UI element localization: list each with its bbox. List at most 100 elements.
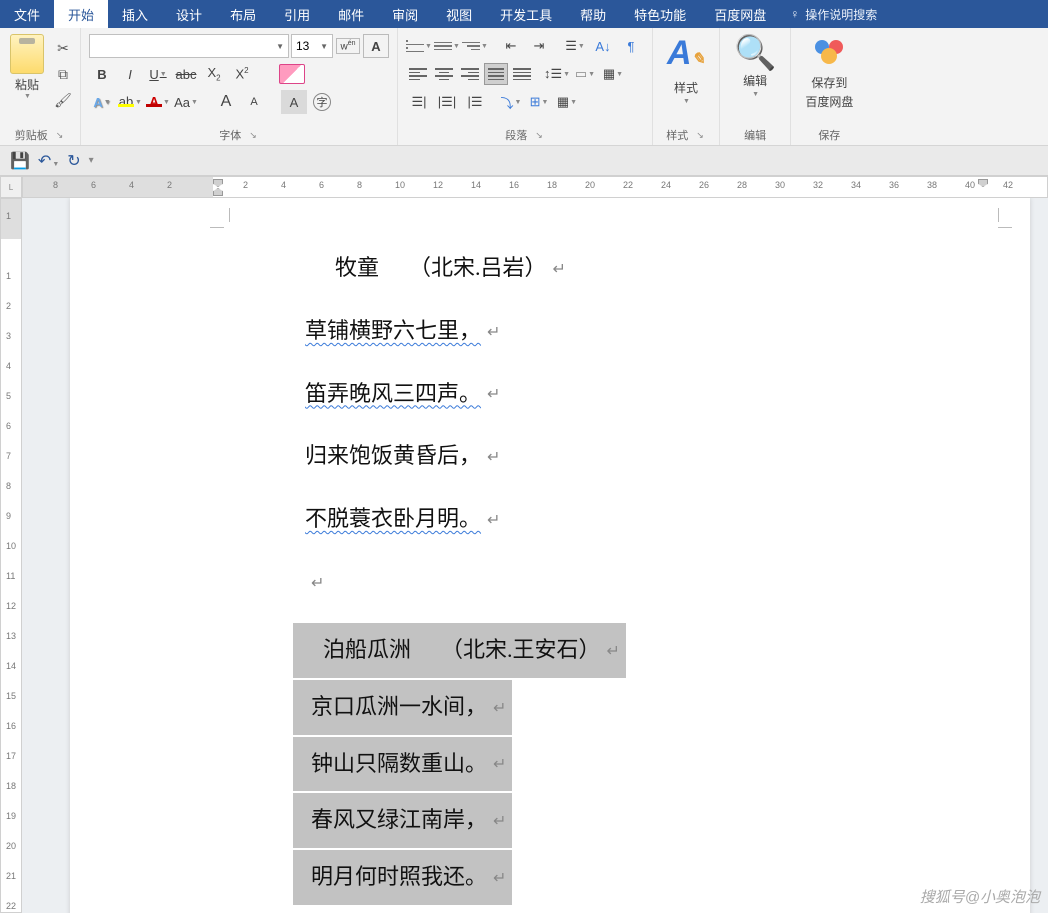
poem1-line-3[interactable]: 归来饱饭黄昏后，↵ (305, 441, 945, 472)
shading-button[interactable]: ▭▼ (572, 62, 598, 86)
superscript-button[interactable]: X2 (229, 62, 255, 86)
right-indent-marker[interactable] (978, 179, 988, 187)
document-content[interactable]: 牧童（北宋.吕岩）↵ 草铺横野六七里，↵ 笛弄晚风三四声。↵ 归来饱饭黄昏后，↵… (305, 253, 945, 907)
multilevel-button[interactable]: ▼ (462, 34, 488, 58)
paragraph-launcher[interactable]: ↘ (533, 130, 545, 141)
align-justify-button[interactable] (484, 63, 508, 85)
margin-crop-tl (210, 208, 230, 228)
h-ruler-tick: 16 (509, 180, 519, 190)
poem1-line-2[interactable]: 笛弄晚风三四声。↵ (305, 379, 945, 410)
poem2-line-4[interactable]: 明月何时照我还。↵ (293, 850, 512, 905)
horizontal-ruler[interactable]: 8642246810121416182022242628303234363840… (22, 176, 1048, 198)
menu-view[interactable]: 视图 (432, 0, 486, 28)
chevron-down-icon: ▼ (453, 43, 460, 50)
paste-button[interactable]: 粘贴 ▼ (6, 32, 48, 102)
menu-mail[interactable]: 邮件 (324, 0, 378, 28)
menu-help[interactable]: 帮助 (566, 0, 620, 28)
menu-special[interactable]: 特色功能 (620, 0, 700, 28)
edit-button[interactable]: 🔍 编辑 ▼ (726, 32, 784, 102)
cut-button[interactable]: ✂ (52, 38, 74, 58)
dist-center-button[interactable]: |☰| (434, 90, 460, 114)
shrink-font-button[interactable]: A (241, 90, 267, 114)
strike-button[interactable]: abc (173, 62, 199, 86)
change-case-button[interactable]: Aa▼ (173, 90, 199, 114)
poem2-line-3[interactable]: 春风又绿江南岸，↵ (293, 793, 512, 848)
menu-file[interactable]: 文件 (0, 0, 54, 28)
copy-button[interactable]: ⧉ (52, 64, 74, 84)
selection-block[interactable]: 泊船瓜洲（北宋.王安石）↵ 京口瓜洲一水间，↵ 钟山只隔数重山。↵ 春风又绿江南… (293, 623, 945, 907)
tell-me-search[interactable]: ♀ 操作说明搜索 (780, 0, 887, 28)
save-baidupan-button[interactable]: 保存到 百度网盘 (797, 32, 861, 114)
dist-right-button[interactable]: |☰ (462, 90, 488, 114)
align-right-button[interactable] (458, 63, 482, 85)
text-direction-button[interactable]: ⤵▼ (498, 90, 524, 114)
align-center-button[interactable] (432, 63, 456, 85)
poem1-title-line[interactable]: 牧童（北宋.吕岩）↵ (305, 253, 945, 284)
font-name-combo[interactable]: ▼ (89, 34, 289, 58)
align-distribute-button[interactable] (510, 63, 534, 85)
poem2-line-2[interactable]: 钟山只隔数重山。↵ (293, 737, 512, 792)
menu-baidupan[interactable]: 百度网盘 (700, 0, 780, 28)
save-button[interactable]: 💾 (10, 151, 30, 171)
char-shading-button[interactable]: A (281, 90, 307, 114)
enclose-char-button[interactable]: 字 (309, 90, 335, 114)
vertical-ruler[interactable]: 112345678910111213141516171819202122 (0, 198, 22, 913)
return-icon: ↵ (487, 386, 500, 403)
subscript-button[interactable]: X2 (201, 62, 227, 86)
menu-design[interactable]: 设计 (162, 0, 216, 28)
text-effects-button[interactable]: A▼ (89, 90, 115, 114)
poem2-line-1[interactable]: 京口瓜洲一水间，↵ (293, 680, 512, 735)
styles-button[interactable]: A✎ 样式 ▼ (659, 32, 713, 109)
line-spacing-button[interactable]: ↕☰▼ (544, 62, 570, 86)
decrease-indent-button[interactable]: ⇤ (498, 34, 524, 58)
poem1-line-4[interactable]: 不脱蓑衣卧月明。↵ (305, 504, 945, 535)
grid-button[interactable]: ▦▼ (554, 90, 580, 114)
align-left-button[interactable] (406, 63, 430, 85)
undo-button[interactable]: ↶▼ (38, 151, 59, 171)
sort-button[interactable]: A↓ (590, 34, 616, 58)
font-size-combo[interactable]: 13 ▼ (291, 34, 333, 58)
show-marks-button[interactable]: ¶ (618, 34, 644, 58)
styles-launcher[interactable]: ↘ (694, 130, 706, 141)
section-border-button[interactable]: ⊞▼ (526, 90, 552, 114)
italic-button[interactable]: I (117, 62, 143, 86)
redo-button[interactable]: ↻ (67, 151, 80, 171)
increase-indent-button[interactable]: ⇥ (526, 34, 552, 58)
qat-customize[interactable]: ▾ (89, 155, 94, 166)
h-ruler-tick: 30 (775, 180, 785, 190)
menu-devtools[interactable]: 开发工具 (486, 0, 566, 28)
bullets-button[interactable]: ▼ (406, 34, 432, 58)
dist-left-button[interactable]: ☰| (406, 90, 432, 114)
search-icon: 🔍 (734, 36, 776, 70)
char-border-button[interactable]: A (363, 34, 389, 58)
page-area[interactable]: 牧童（北宋.吕岩）↵ 草铺横野六七里，↵ 笛弄晚风三四声。↵ 归来饱饭黄昏后，↵… (22, 198, 1048, 913)
poem1-line-1[interactable]: 草铺横野六七里，↵ (305, 316, 945, 347)
menu-home[interactable]: 开始 (54, 0, 108, 28)
numbering-button[interactable]: ▼ (434, 34, 460, 58)
grow-font-button[interactable]: A (213, 90, 239, 114)
menu-review[interactable]: 审阅 (378, 0, 432, 28)
menu-layout[interactable]: 布局 (216, 0, 270, 28)
first-line-indent-marker[interactable] (213, 179, 223, 187)
font-launcher[interactable]: ↘ (247, 130, 259, 141)
asian-layout-button[interactable]: ☰▼ (562, 34, 588, 58)
hanging-indent-marker[interactable] (213, 188, 223, 196)
menu-references[interactable]: 引用 (270, 0, 324, 28)
return-icon: ↵ (493, 813, 506, 830)
underline-button[interactable]: U▼ (145, 62, 171, 86)
empty-paragraph[interactable]: ↵ (305, 567, 945, 591)
phonetic-guide-button[interactable]: wén (335, 34, 361, 58)
borders-button[interactable]: ▦▼ (600, 62, 626, 86)
poem2-title-line[interactable]: 泊船瓜洲（北宋.王安石）↵ (293, 623, 626, 678)
menu-insert[interactable]: 插入 (108, 0, 162, 28)
format-painter-button[interactable]: 🖌 (52, 90, 74, 110)
poem2-text-1: 京口瓜洲一水间， (311, 694, 487, 719)
document-page[interactable]: 牧童（北宋.吕岩）↵ 草铺横野六七里，↵ 笛弄晚风三四声。↵ 归来饱饭黄昏后，↵… (70, 198, 1030, 913)
cloud-icon (811, 36, 847, 72)
eraser-button[interactable] (279, 62, 305, 86)
clipboard-launcher[interactable]: ↘ (54, 130, 66, 141)
highlight-button[interactable]: ab▼ (117, 90, 143, 114)
ruler-corner[interactable]: L (0, 176, 22, 198)
bold-button[interactable]: B (89, 62, 115, 86)
font-color-button[interactable]: A▼ (145, 90, 171, 114)
